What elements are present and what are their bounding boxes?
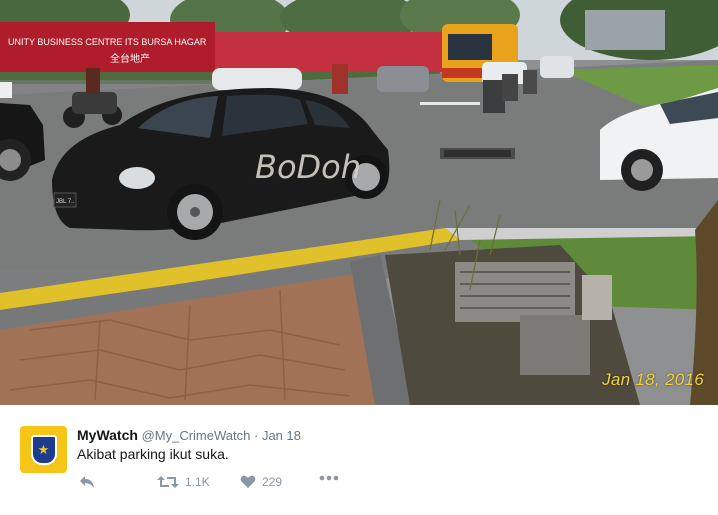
svg-text:BoDoh: BoDoh xyxy=(255,148,361,186)
heart-icon xyxy=(240,475,256,488)
more-icon xyxy=(319,475,339,481)
like-count: 229 xyxy=(262,475,283,489)
header-separator: · xyxy=(253,428,259,443)
svg-text:UNITY BUSINESS CENTRE ITS BURS: UNITY BUSINESS CENTRE ITS BURSA HAGAR xyxy=(8,37,207,47)
tweet-text: Akibat parking ikut suka. xyxy=(77,446,229,462)
retweet-icon xyxy=(157,476,179,488)
avatar[interactable]: ★ xyxy=(20,426,67,473)
user-name[interactable]: MyWatch xyxy=(77,427,138,443)
like-button[interactable]: 229 xyxy=(240,475,282,489)
reply-button[interactable] xyxy=(79,475,96,489)
photo-date-stamp: Jan 18, 2016 xyxy=(602,370,704,389)
reply-icon xyxy=(80,476,94,488)
user-handle[interactable]: @My_CrimeWatch xyxy=(142,428,251,443)
parked-car-photo: UNITY BUSINESS CENTRE ITS BURSA HAGAR 全台… xyxy=(0,0,718,405)
tweet-timestamp[interactable]: Jan 18 xyxy=(262,428,301,443)
more-button[interactable] xyxy=(319,475,339,481)
svg-text:JBL 7..: JBL 7.. xyxy=(56,199,75,205)
tweet-header: MyWatch @My_CrimeWatch · Jan 18 xyxy=(77,427,301,443)
tweet-photo[interactable]: UNITY BUSINESS CENTRE ITS BURSA HAGAR 全台… xyxy=(0,0,718,405)
shield-icon: ★ xyxy=(30,434,57,465)
svg-text:全台地产: 全台地产 xyxy=(110,52,150,65)
tweet: ★ MyWatch @My_CrimeWatch · Jan 18 Akibat… xyxy=(0,405,718,515)
retweet-count: 1.1K xyxy=(185,475,210,489)
tweet-actions: 1.1K 229 xyxy=(77,475,377,491)
retweet-button[interactable]: 1.1K xyxy=(157,475,210,489)
